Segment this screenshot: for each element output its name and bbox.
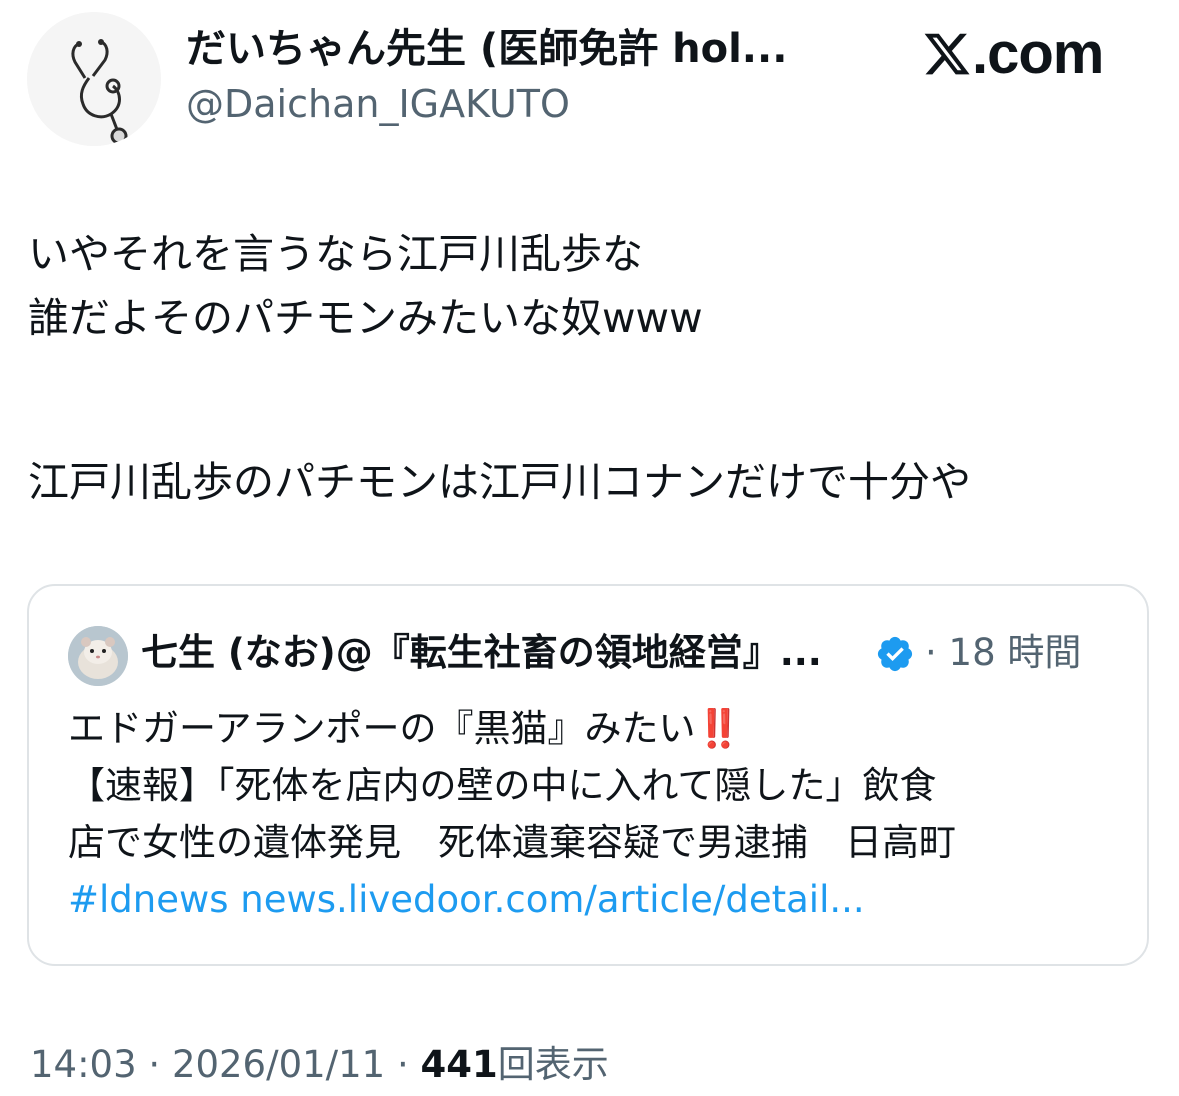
x-logo-domain: .com [972, 21, 1104, 86]
author-handle[interactable]: @Daichan_IGAKUTO [186, 80, 570, 128]
quoted-text-line: 店で女性の遺体発見 死体遺棄容疑で男逮捕 日高町 [68, 821, 956, 864]
tweet-paragraph-gap [28, 350, 1148, 450]
quoted-tweet-time[interactable]: · 18 時間 [925, 628, 1081, 678]
quoted-tweet-text: エドガーアランポーの『黒猫』みたい‼️ 【速報】「死体を店内の壁の中に入れて隠し… [68, 700, 1128, 928]
x-logo: .com [922, 21, 1104, 86]
tweet-header: だいちゃん先生 (医師免許 hol... @Daichan_IGAKUTO .c… [0, 0, 1179, 180]
verified-badge-icon [877, 636, 913, 672]
quoted-text-line-content: エドガーアランポーの『黒猫』みたい [68, 707, 696, 750]
tweet-text-line: いやそれを言うなら江戸川乱歩な [28, 230, 643, 278]
quoted-tweet-card[interactable]: 七生 (なお)@『転生社畜の領地経営』... · 18 時間 エドガーアランポー… [27, 584, 1149, 966]
hamster-avatar-icon [68, 626, 128, 686]
views-label: 回表示 [497, 1043, 609, 1086]
quoted-tweet-link[interactable]: #ldnews news.livedoor.com/article/detail… [68, 871, 1128, 928]
author-avatar[interactable] [27, 12, 161, 146]
quoted-text-line: 【速報】「死体を店内の壁の中に入れて隠した」飲食 [68, 764, 937, 807]
stethoscope-icon [27, 12, 161, 146]
x-logo-icon [924, 33, 970, 75]
quoted-text-line: エドガーアランポーの『黒猫』みたい‼️ [68, 700, 1128, 757]
meta-separator: · [148, 1043, 161, 1086]
views-count: 441 [420, 1043, 498, 1086]
tweet-text-line: 江戸川乱歩のパチモンは江戸川コナンだけで十分や [28, 458, 971, 506]
tweet-text-line: 誰だよそのパチモンみたいな奴www [28, 294, 703, 342]
quoted-author-name[interactable]: 七生 (なお)@『転生社畜の領地経営』... [141, 628, 822, 678]
tweet-text: いやそれを言うなら江戸川乱歩な 誰だよそのパチモンみたいな奴www 江戸川乱歩の… [28, 222, 1148, 514]
tweet-date[interactable]: 2026/01/11 [172, 1043, 385, 1086]
double-exclamation-emoji: ‼️ [695, 707, 742, 750]
tweet-time[interactable]: 14:03 [30, 1043, 137, 1086]
author-display-name[interactable]: だいちゃん先生 (医師免許 hol... [186, 24, 787, 74]
tweet-meta: 14:03 · 2026/01/11 · 441回表示 [30, 1040, 609, 1090]
verified-badge [875, 634, 915, 674]
quoted-author-avatar[interactable] [68, 626, 128, 686]
meta-separator: · [396, 1043, 409, 1086]
